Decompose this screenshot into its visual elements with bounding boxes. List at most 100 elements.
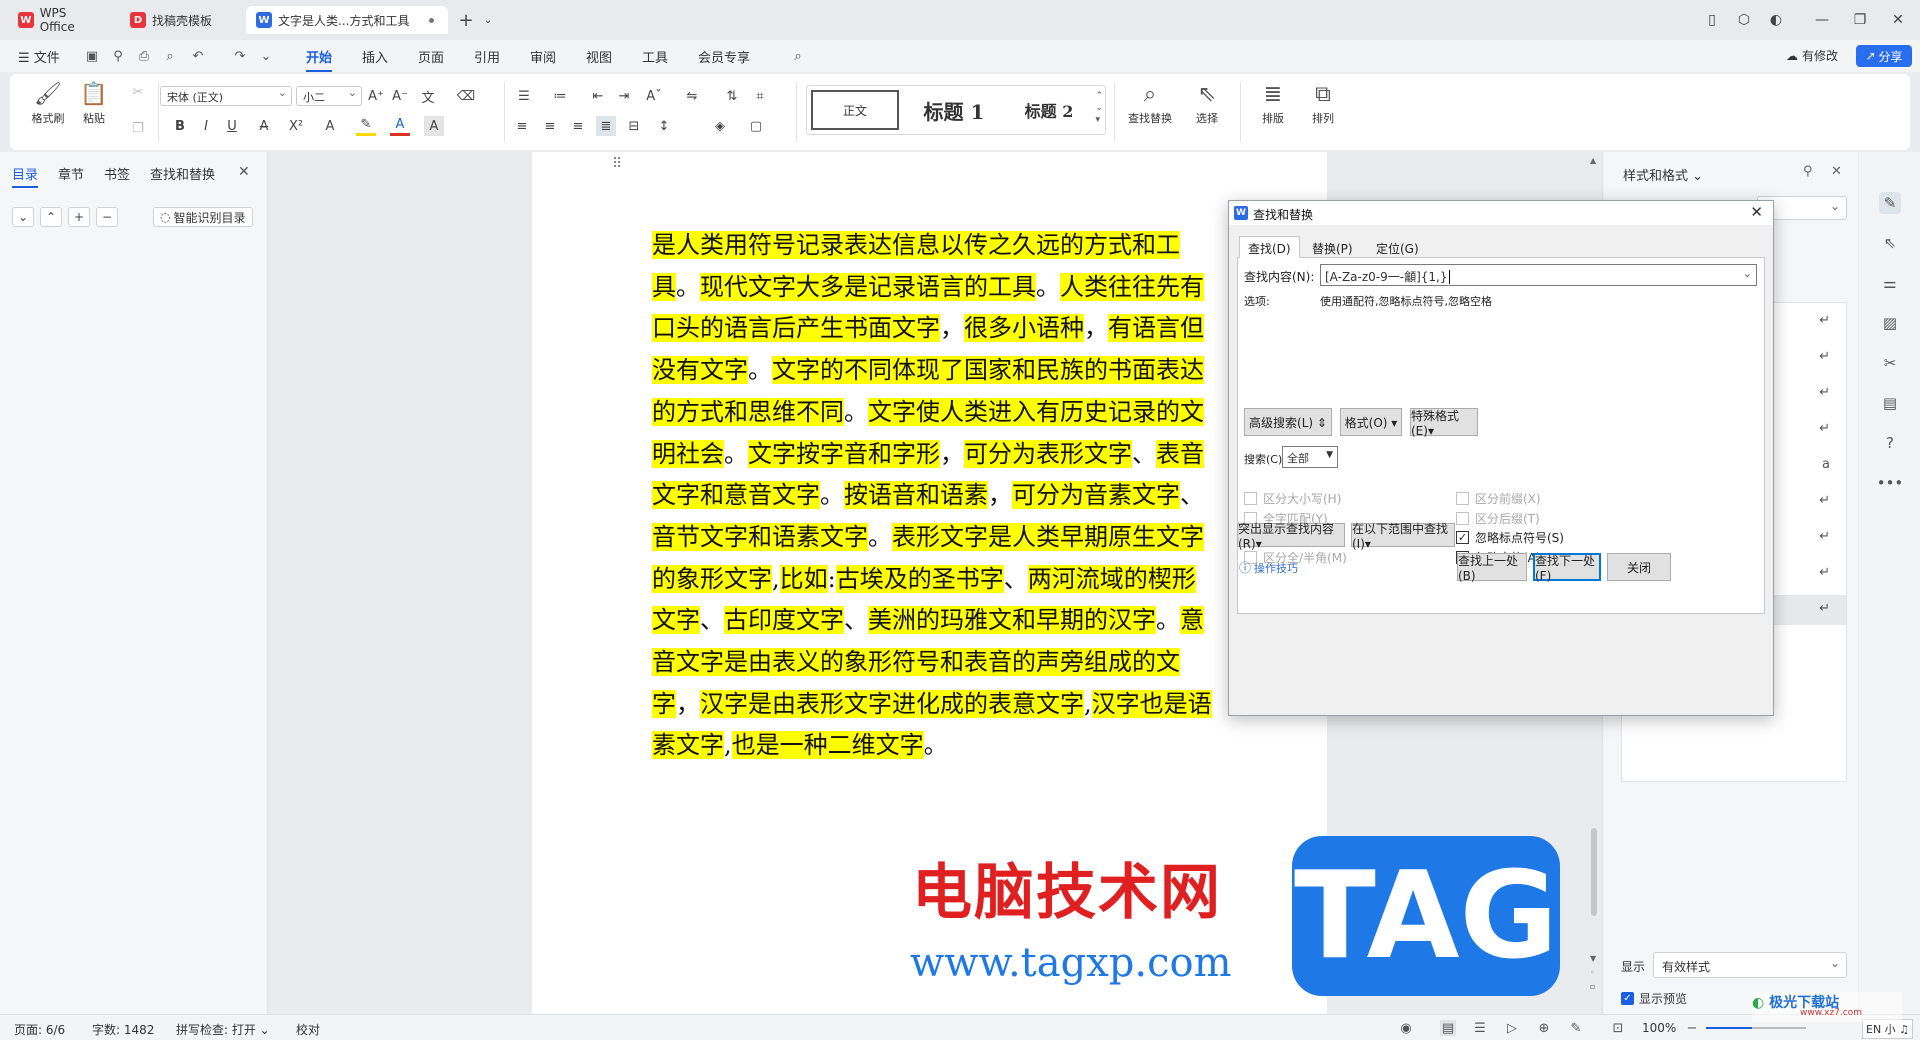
dialog-tab-goto[interactable]: 定位(G)	[1367, 236, 1428, 258]
add-heading-icon[interactable]: +	[68, 207, 90, 227]
layout-button[interactable]: ≣ 排版	[1250, 80, 1296, 126]
menu-tab-page[interactable]: 页面	[418, 47, 444, 66]
align-left-icon[interactable]: ≡	[512, 116, 532, 136]
menu-tab-view[interactable]: 视图	[586, 47, 612, 66]
save-icon[interactable]: ▣	[84, 48, 100, 64]
select-button[interactable]: ⇖ 选择	[1182, 80, 1232, 126]
find-in-scope-button[interactable]: 在以下范围中查找(I)▾	[1351, 522, 1455, 551]
eye-icon[interactable]: ◉	[1398, 1020, 1414, 1036]
zoom-slider[interactable]	[1706, 1027, 1806, 1029]
dialog-tab-find[interactable]: 查找(D)	[1239, 236, 1300, 258]
style-heading-2[interactable]: 标题 2	[1007, 90, 1091, 130]
restore-icon[interactable]: ❐	[1850, 10, 1870, 30]
superscript-icon[interactable]: X²	[286, 116, 306, 136]
style-pen-icon[interactable]: ✎	[1879, 192, 1901, 214]
layout-icon[interactable]: ▯	[1702, 10, 1722, 30]
copy-icon[interactable]: ❐	[128, 118, 148, 138]
proofread[interactable]: 校对	[296, 1021, 320, 1038]
format-button[interactable]: 格式(O) ▾	[1340, 408, 1402, 436]
nav-tab-find-replace[interactable]: 查找和替换	[150, 164, 215, 183]
menu-tab-member[interactable]: 会员专享	[698, 47, 750, 66]
find-next-button[interactable]: 查找下一处(F)	[1533, 553, 1601, 583]
modified-status[interactable]: ☁ 有修改	[1786, 47, 1838, 64]
print-preview-icon[interactable]: ⌕	[162, 48, 178, 64]
close-pane-icon[interactable]: ✕	[238, 164, 250, 180]
language-indicator[interactable]: EN 小 ♫	[1862, 1019, 1914, 1039]
share-button[interactable]: ↗ 分享	[1856, 45, 1912, 67]
nav-tab-bookmarks[interactable]: 书签	[104, 164, 130, 183]
text-direction-icon[interactable]: ⇋	[682, 86, 702, 106]
dialog-tab-replace[interactable]: 替换(P)	[1303, 236, 1362, 258]
font-name-select[interactable]: 宋体 (正文)	[160, 86, 292, 106]
remove-heading-icon[interactable]: −	[96, 207, 118, 227]
chevron-down-icon[interactable]: ⌄	[1743, 267, 1752, 280]
style-normal[interactable]: 正文	[811, 90, 899, 130]
chinese-layout-icon[interactable]: Aˇ	[644, 86, 664, 106]
smart-toc-button[interactable]: ◌ 智能识别目录	[153, 207, 253, 227]
unsaved-dot-icon[interactable]	[429, 18, 434, 23]
search-scope-select[interactable]: 全部 ▼	[1282, 446, 1338, 468]
expand-chevron-icon[interactable]: ⌃	[40, 207, 62, 227]
tab-document[interactable]: W 文字是人类...方式和工具	[246, 6, 448, 34]
shading-icon[interactable]: ◈	[710, 116, 730, 136]
help-icon[interactable]: ?	[1879, 432, 1901, 454]
file-menu[interactable]: ☰ 文件	[18, 47, 60, 66]
dialog-close-icon[interactable]: ✕	[1750, 203, 1763, 221]
find-input[interactable]: [A-Za-z0-9一-龥]{1,} ⌄	[1320, 264, 1757, 286]
nav-tab-toc[interactable]: 目录	[12, 164, 39, 188]
tools-icon[interactable]: ✂	[1879, 352, 1901, 374]
option-checkbox[interactable]: 区分大小写(H)	[1244, 490, 1341, 507]
cube-icon[interactable]: ⬡	[1734, 10, 1754, 30]
char-shading-icon[interactable]: A	[424, 116, 444, 136]
close-style-pane-icon[interactable]: ✕	[1831, 164, 1842, 179]
show-marks-icon[interactable]: ⌗	[750, 86, 770, 106]
word-count[interactable]: 字数: 1482	[92, 1021, 154, 1038]
indent-icon[interactable]: ⇥	[614, 86, 634, 106]
spell-check[interactable]: 拼写检查: 打开 ⌄	[176, 1021, 270, 1038]
distribute-icon[interactable]: ⊟	[624, 116, 644, 136]
print-icon[interactable]: ⎙	[136, 48, 152, 64]
document-body[interactable]: 是人类用符号记录表达信息以传之久远的方式和工具。现代文字大多是记录语言的工具。人…	[652, 225, 1212, 767]
select-cursor-icon[interactable]: ⇖	[1879, 232, 1901, 254]
style-heading-1[interactable]: 标题 1	[905, 90, 1003, 130]
page-view-icon[interactable]: ▤	[1440, 1020, 1456, 1036]
book-icon[interactable]: ▤	[1879, 392, 1901, 414]
new-tab-icon[interactable]: +	[456, 10, 476, 31]
paste-button[interactable]: 📋 粘贴	[74, 80, 114, 126]
sort-icon[interactable]: ⇅	[722, 86, 742, 106]
option-checkbox[interactable]: ✓ 忽略标点符号(S)	[1456, 529, 1564, 546]
number-list-icon[interactable]: ≔	[550, 86, 570, 106]
pin-icon[interactable]: ⚲	[1803, 164, 1813, 179]
outdent-icon[interactable]: ⇤	[588, 86, 608, 106]
nav-tab-sections[interactable]: 章节	[58, 164, 84, 183]
advanced-search-button[interactable]: 高级搜索(L) ⇕	[1244, 408, 1332, 436]
cut-icon[interactable]: ✂	[128, 82, 148, 102]
dialog-title-bar[interactable]: W 查找和替换 ✕	[1229, 201, 1773, 225]
find-previous-button[interactable]: 查找上一处(B)	[1457, 553, 1527, 583]
menu-tab-references[interactable]: 引用	[474, 47, 500, 66]
font-size-select[interactable]: 小二	[296, 86, 362, 106]
menu-tab-home[interactable]: 开始	[306, 47, 333, 72]
shrink-font-icon[interactable]: A⁻	[390, 86, 410, 106]
align-center-icon[interactable]: ≡	[540, 116, 560, 136]
border-icon[interactable]: ▢	[746, 116, 766, 136]
adjust-icon[interactable]: ⚌	[1879, 272, 1901, 294]
highlight-find-button[interactable]: 突出显示查找内容(R)▾	[1237, 522, 1345, 551]
undo-icon[interactable]: ↶	[190, 48, 206, 64]
highlight-color-icon[interactable]: ✎	[356, 116, 376, 136]
styles-scroll-icon[interactable]: ⌃ ⌄ ▾	[1095, 90, 1103, 126]
menu-tab-tools[interactable]: 工具	[642, 47, 668, 66]
zoom-out-icon[interactable]: −	[1684, 1020, 1700, 1036]
text-effect-icon[interactable]: A	[320, 116, 340, 136]
close-window-icon[interactable]: ✕	[1888, 10, 1908, 30]
justify-icon[interactable]: ≣	[596, 116, 616, 136]
more-chevron-icon[interactable]: ⌄	[258, 48, 274, 64]
search-icon[interactable]: ⌕	[790, 48, 806, 64]
tips-link[interactable]: ⓘ 操作技巧	[1239, 559, 1298, 576]
clear-format-icon[interactable]: ⌫	[456, 86, 476, 106]
play-icon[interactable]: ▷	[1504, 1020, 1520, 1036]
minimize-icon[interactable]: —	[1812, 10, 1832, 30]
phonetic-icon[interactable]: 文	[418, 86, 438, 106]
underline-icon[interactable]: U	[222, 116, 242, 136]
special-format-button[interactable]: 特殊格式(E)▾	[1410, 408, 1478, 438]
